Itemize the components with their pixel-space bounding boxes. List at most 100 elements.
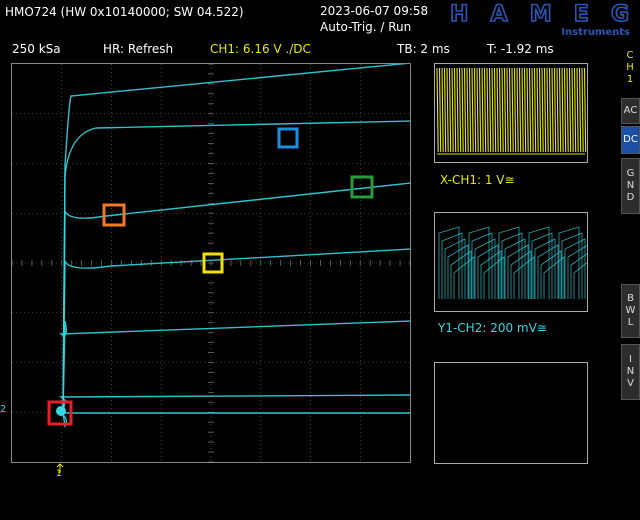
xch1-stroke [573,67,577,153]
trigger-mode: Auto-Trig. / Run [320,20,412,34]
inv-letter: N [626,366,635,377]
status-bar: 250 kSa HR: Refresh CH1: 6.16 V ./DC TB:… [0,40,640,58]
bwl-button[interactable]: B W L [621,284,640,338]
xch1-stroke [481,67,484,153]
xch1-stroke [473,67,477,153]
xch1-stroke [458,67,462,153]
trigger-time[interactable]: T: -1.92 ms [487,42,554,56]
gnd-letter: G [626,168,635,179]
dc-label: DC [623,134,638,145]
xch1-stroke [506,67,509,153]
sample-rate: 250 kSa [12,42,61,56]
xch1-label: X-CH1: 1 V≅ [440,173,515,187]
xch1-stroke [563,67,567,153]
xch1-stroke [516,67,519,153]
dc-coupling-button[interactable]: DC [621,126,640,154]
gnd-button[interactable]: G N D [621,158,640,214]
xch1-stroke [538,67,542,153]
xch1-stroke [471,67,474,153]
ch2-ref-marker: 2 [0,404,7,415]
xch1-stroke [568,67,572,153]
curve-trace [62,64,408,414]
curve-trace [58,394,410,414]
xch1-stroke [566,67,569,153]
trigger-position-marker: 1 [54,463,66,479]
xch1-stroke [486,67,489,153]
xch1-stroke [451,67,454,153]
ac-label: AC [623,105,638,116]
hameg-logo: HAMEG Instruments [449,1,632,38]
bwl-letter: B [627,293,634,304]
xch1-stroke [581,67,584,153]
timebase[interactable]: TB: 2 ms [397,42,450,56]
curve-trace [62,182,410,414]
ch1-trigger-info[interactable]: CH1: 6.16 V ./DC [210,42,311,56]
xch1-stroke [546,67,549,153]
trigger-position-label: 1 [56,469,62,479]
xch1-stroke [533,67,537,153]
xch1-stroke [483,67,487,153]
xch1-stroke [441,67,444,153]
ych2-waveform [438,226,587,299]
xch1-stroke [443,67,447,153]
ych2-label: Y1-CH2: 200 mV≅ [438,321,547,335]
hameg-logo-graphic: HAMEG Instruments [449,1,630,38]
ch1-tag-letter: 1 [626,74,634,85]
xch1-stroke [498,67,502,153]
xch1-stroke [466,67,469,153]
xch1-stroke [448,67,452,153]
xch1-stroke [556,67,559,153]
empty-preview-panel[interactable] [434,362,588,464]
xch1-stroke [453,67,457,153]
marker-blue [277,127,299,149]
xch1-stroke [463,67,467,153]
xch1-stroke [576,67,579,153]
xch1-stroke [548,67,552,153]
ych2-preview-panel[interactable] [434,212,588,312]
xch1-preview-panel[interactable] [434,63,588,163]
xch1-stroke [523,67,527,153]
xch1-stroke [553,67,557,153]
xch1-stroke [513,67,517,153]
datetime: 2023-06-07 09:58 [320,4,429,18]
xch1-stroke [496,67,499,153]
xch1-stroke [541,67,544,153]
inv-letter: I [629,354,632,365]
xch1-stroke [491,67,494,153]
xch1-stroke [578,67,582,153]
xch1-stroke [508,67,512,153]
gnd-letter: N [626,180,635,191]
waveform-display[interactable] [11,63,411,463]
xch1-stroke [478,67,482,153]
curve-trace [58,320,410,414]
waveform-canvas [12,64,410,462]
xch1-stroke [501,67,504,153]
xch1-stroke [528,67,532,153]
logo-subtitle: Instruments [561,27,630,36]
xch1-stroke [488,67,492,153]
xch1-stroke [456,67,459,153]
xch1-stroke [531,67,534,153]
ch1-side-tag: C H 1 [622,50,638,86]
ch1-tag-letter: H [626,62,634,73]
origin-spot [56,406,66,416]
bwl-letter: L [627,317,634,328]
xch1-stroke [521,67,524,153]
xch1-stroke [543,67,547,153]
xch1-stroke [518,67,522,153]
xch1-stroke [446,67,449,153]
xch1-stroke [558,67,562,153]
inv-button[interactable]: I N V [621,344,640,400]
ac-coupling-button[interactable]: AC [621,98,640,124]
hr-mode[interactable]: HR: Refresh [103,42,173,56]
ch1-tag-letter: C [626,50,634,61]
gnd-letter: D [626,192,635,203]
bwl-letter: W [625,305,636,316]
curve-trace [62,120,410,414]
xch1-stroke [476,67,479,153]
xch1-waveform [436,67,587,155]
xch1-stroke [461,67,464,153]
inv-letter: V [627,378,634,389]
xch1-stroke [526,67,529,153]
xch1-stroke [583,67,587,153]
